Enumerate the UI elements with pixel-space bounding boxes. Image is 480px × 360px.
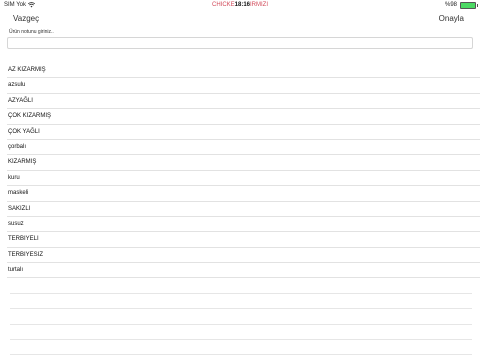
option-row[interactable]: ÇOK KIZARMIŞ	[7, 109, 480, 125]
option-row[interactable]: maskeli	[7, 186, 480, 202]
option-label: maskeli	[8, 190, 29, 197]
option-label: AZ KIZARMIŞ	[8, 67, 46, 73]
option-label: kuru	[8, 174, 20, 181]
option-row[interactable]: KIZARMIŞ	[7, 155, 480, 171]
option-label: TERBIYELI	[8, 236, 39, 243]
empty-row	[10, 340, 472, 356]
nav-bar: Vazgeç Onayla	[0, 10, 480, 30]
battery-icon	[460, 1, 478, 9]
empty-row	[10, 278, 472, 294]
empty-row	[10, 325, 472, 341]
option-row[interactable]: çorbalı	[7, 140, 480, 156]
option-row[interactable]: azsulu	[7, 78, 480, 94]
option-label: KIZARMIŞ	[8, 159, 37, 166]
option-label: ÇOK KIZARMIŞ	[8, 113, 52, 120]
battery-fill	[461, 2, 475, 8]
option-label: SAKIZLI	[8, 205, 31, 212]
option-row[interactable]: TERBIYELI	[7, 232, 480, 248]
option-row[interactable]: susuz	[7, 217, 480, 233]
confirm-button[interactable]: Onayla	[439, 14, 464, 23]
status-bar: SIM Yok CHICKE18:16IRMIZI %98	[0, 0, 480, 10]
app-name-prefix: CHICKE	[211, 2, 235, 8]
option-label: turtalı	[8, 267, 24, 274]
option-row[interactable]: AZ KIZARMIŞ	[7, 63, 480, 79]
option-row[interactable]: ÇOK YAĞLI	[7, 125, 480, 140]
status-center: CHICKE18:16IRMIZI	[0, 0, 480, 10]
empty-row	[10, 294, 472, 310]
option-row[interactable]: TERBIYESIZ	[7, 248, 480, 264]
app-name-suffix: IRMIZI	[250, 2, 269, 8]
option-row[interactable]: kuru	[7, 171, 480, 187]
option-label: azsulu	[8, 82, 26, 89]
option-label: ÇOK YAĞLI	[8, 128, 40, 135]
clock: 18:16	[234, 2, 251, 8]
option-label: çorbalı	[8, 143, 27, 150]
option-label: susuz	[8, 220, 24, 227]
option-row[interactable]: SAKIZLI	[7, 202, 480, 217]
empty-row	[10, 309, 472, 325]
option-label: AZYAĞLI	[8, 97, 33, 104]
option-row[interactable]: AZYAĞLI	[7, 94, 480, 110]
battery-percent: %98	[444, 2, 457, 8]
status-right: %98	[444, 0, 478, 10]
option-row[interactable]: turtalı	[7, 263, 480, 279]
note-input[interactable]	[7, 37, 473, 49]
option-label: TERBIYESIZ	[8, 251, 44, 258]
note-hint: Ürün notunu giriniz..	[9, 29, 54, 35]
option-list: AZ KIZARMIŞ azsulu AZYAĞLI ÇOK KIZARMIŞ ÇOK …	[0, 63, 480, 356]
cancel-button[interactable]: Vazgeç	[13, 14, 39, 23]
